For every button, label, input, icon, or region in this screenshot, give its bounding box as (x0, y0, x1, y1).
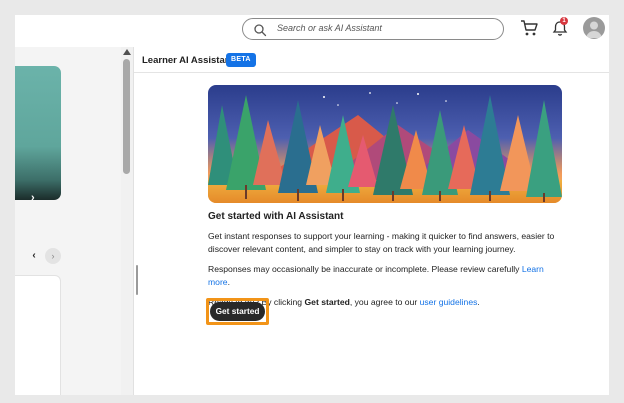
carousel-prev-button[interactable]: ‹ (26, 248, 42, 264)
course-card-image[interactable]: › (15, 66, 61, 204)
assistant-panel-header: Learner AI Assistant BETA (134, 47, 609, 73)
disclaimer-text: Responses may occasionally be inaccurate… (208, 264, 522, 274)
panel-title: Learner AI Assistant (142, 55, 234, 66)
panel-resize-handle[interactable] (136, 265, 138, 295)
consent-text-middle: , you agree to our (349, 297, 420, 307)
consent-bold: Get started (304, 297, 350, 307)
intro-paragraph: Get instant responses to support your le… (208, 231, 555, 254)
carousel-next-button[interactable]: › (45, 248, 61, 264)
pane-divider (133, 47, 134, 395)
disclaimer-end: . (227, 277, 230, 287)
consent-end: . (477, 297, 480, 307)
disclaimer-paragraph: Responses may occasionally be inaccurate… (208, 263, 568, 289)
user-guidelines-link[interactable]: user guidelines (420, 297, 478, 307)
search-placeholder: Search or ask AI Assistant (277, 23, 382, 33)
search-input[interactable]: Search or ask AI Assistant (242, 18, 504, 40)
beta-badge: BETA (226, 53, 256, 67)
scrollbar-thumb[interactable] (123, 59, 130, 174)
avatar[interactable] (583, 17, 605, 39)
chevron-right-icon[interactable]: › (31, 192, 35, 204)
scroll-up-arrow-icon[interactable] (123, 49, 131, 55)
app-frame: Search or ask AI Assistant 1 › ‹ › Learn… (15, 15, 609, 395)
top-header: Search or ask AI Assistant 1 (15, 15, 609, 47)
search-icon (254, 24, 267, 37)
cart-icon[interactable] (520, 19, 538, 37)
get-started-button[interactable]: Get started (210, 302, 265, 321)
left-pane: › ‹ › (15, 47, 121, 395)
intro-heading: Get started with AI Assistant (208, 211, 344, 222)
hero-illustration (208, 85, 562, 203)
notification-badge: 1 (560, 17, 568, 25)
course-card[interactable] (15, 275, 61, 395)
